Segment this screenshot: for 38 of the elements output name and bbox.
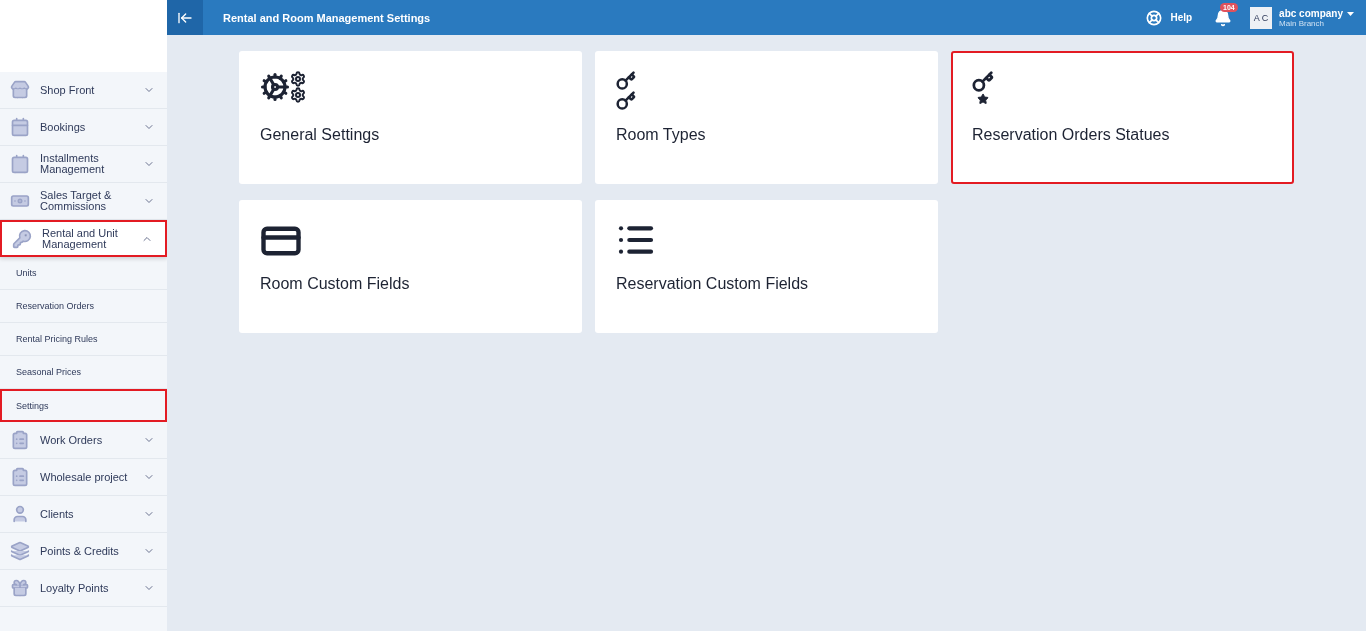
layers-icon <box>10 541 30 561</box>
keys-icon <box>616 71 636 111</box>
settings-card[interactable]: Reservation Custom Fields <box>595 200 938 333</box>
avatar: A C <box>1250 6 1273 29</box>
lifebuoy-icon <box>1146 9 1163 26</box>
card-title: Room Types <box>616 126 707 145</box>
clipboard-icon <box>10 467 30 487</box>
submenu-item[interactable]: Reservation Orders <box>0 290 167 323</box>
clipboard-icon <box>10 430 30 450</box>
account-menu[interactable]: A C abc company Main Branch <box>1250 6 1354 29</box>
collapse-menu-button[interactable] <box>167 0 203 35</box>
branch-name: Main Branch <box>1279 18 1324 28</box>
card-title: Room Custom Fields <box>260 275 411 294</box>
bell-icon <box>1214 8 1233 27</box>
settings-card[interactable]: Reservation Orders Statues <box>951 51 1294 184</box>
settings-card[interactable]: Room Custom Fields <box>239 200 582 333</box>
page-title: Rental and Room Management Settings <box>223 11 432 24</box>
card-title: Reservation Orders Statues <box>972 126 1171 145</box>
card-title: Reservation Custom Fields <box>616 275 810 294</box>
submenu-item[interactable]: Units <box>0 257 167 290</box>
notifications-button[interactable] <box>1214 8 1233 27</box>
submenu-item[interactable]: Settings <box>0 389 167 422</box>
sidebar-item[interactable]: Rental and Unit Management <box>0 220 167 257</box>
help-button[interactable]: Help <box>1146 9 1193 26</box>
gift-icon <box>10 578 30 598</box>
settings-card[interactable]: General Settings <box>239 51 582 184</box>
submenu-item[interactable]: Seasonal Prices <box>0 356 167 389</box>
submenu-item[interactable]: Rental Pricing Rules <box>0 323 167 356</box>
caret-icon <box>1347 11 1354 16</box>
gears-icon <box>260 71 306 103</box>
store-icon <box>10 80 30 100</box>
key-star-icon <box>972 71 994 105</box>
person-icon <box>10 504 30 524</box>
company-name: abc company <box>1279 7 1354 19</box>
settings-card[interactable]: Room Types <box>595 51 938 184</box>
card-title: General Settings <box>260 126 381 145</box>
key-icon <box>12 228 32 249</box>
calendar-icon <box>10 117 30 137</box>
